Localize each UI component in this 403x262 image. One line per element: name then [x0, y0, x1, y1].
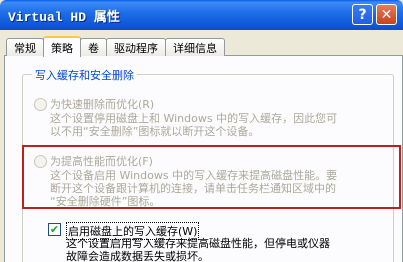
tab-volumes[interactable]: 卷	[80, 38, 107, 56]
tab-policies[interactable]: 策略	[43, 36, 81, 57]
close-icon: ✕	[380, 6, 393, 23]
tab-label: 驱动程序	[114, 41, 158, 55]
quick-removal-desc-1: 这个设置停用磁盘上和 Windows 中的写入缓存，因此您可	[50, 112, 338, 125]
performance-radio[interactable]	[34, 155, 47, 168]
write-cache-desc-1: 这个设置启用写入缓存来提高磁盘性能，但停电或仪器	[66, 237, 330, 250]
help-icon: ?	[358, 6, 367, 23]
properties-window: Virtual HD 属性 ? ✕ 常规 策略 卷 驱动程序 详细信息 写入缓存…	[0, 0, 403, 262]
checkmark-icon: ✔	[49, 223, 60, 236]
window-title: Virtual HD 属性	[8, 10, 120, 25]
group-title: 写入缓存和安全删除	[32, 67, 137, 83]
tab-details[interactable]: 详细信息	[165, 38, 225, 56]
tab-general[interactable]: 常规	[6, 38, 44, 56]
help-button[interactable]: ?	[352, 4, 373, 25]
tab-label: 策略	[51, 41, 73, 55]
title-bar[interactable]: Virtual HD 属性 ? ✕	[0, 0, 403, 30]
performance-desc-2: 断开这个设备跟计算机的连接，请单击任务栏通知区域中的	[50, 182, 336, 195]
write-cache-checkbox[interactable]: ✔	[48, 223, 61, 236]
tab-label: 卷	[88, 41, 99, 55]
tab-driver[interactable]: 驱动程序	[106, 38, 166, 56]
write-cache-desc-2: 故障会造成数据丢失或损坏。	[66, 250, 209, 262]
tab-label: 常规	[14, 41, 36, 55]
close-button[interactable]: ✕	[376, 4, 397, 25]
tab-label: 详细信息	[173, 41, 217, 55]
performance-label: 为提高性能而优化(F)	[50, 155, 153, 168]
quick-removal-label: 为快速删除而优化(R)	[50, 98, 155, 111]
quick-removal-desc-2: 以不用“安全删除”图标就以断开这个设备。	[50, 125, 260, 138]
tab-strip: 常规 策略 卷 驱动程序 详细信息	[6, 36, 225, 57]
performance-desc-3: “安全删除硬件”图标。	[50, 195, 161, 208]
quick-removal-radio[interactable]	[34, 98, 47, 111]
performance-desc-1: 这个设备启用 Windows 中的写入缓存来提高磁盘性能。要	[50, 169, 338, 182]
